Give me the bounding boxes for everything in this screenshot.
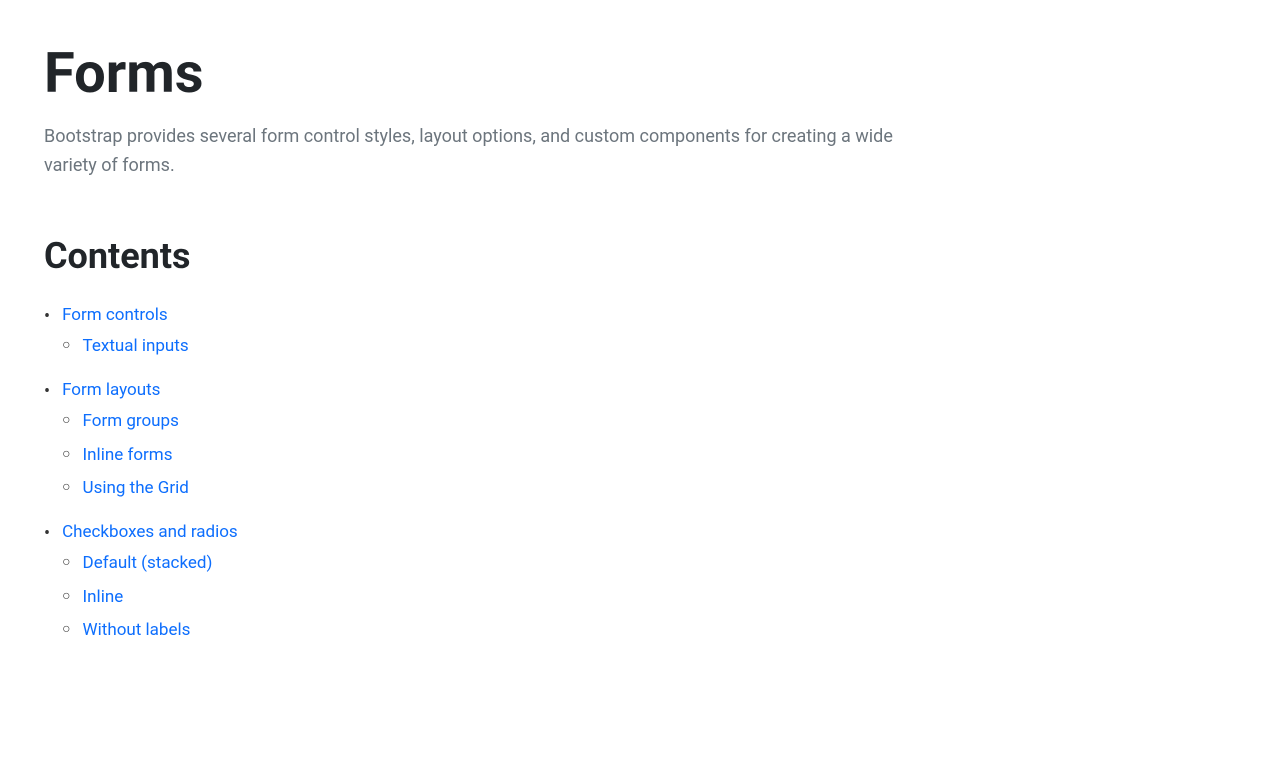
link-inline-forms[interactable]: Inline forms xyxy=(83,443,173,469)
list-item-form-layouts: • Form layouts ○ Form groups ○ Inline fo… xyxy=(44,378,1220,510)
bullet-icon: • xyxy=(44,520,50,547)
link-using-the-grid[interactable]: Using the Grid xyxy=(83,476,189,502)
link-form-groups[interactable]: Form groups xyxy=(83,409,179,435)
open-bullet-icon: ○ xyxy=(62,618,70,642)
bullet-icon: • xyxy=(44,378,50,405)
contents-heading: Contents xyxy=(44,229,1220,283)
open-bullet-icon: ○ xyxy=(62,334,70,358)
bullet-icon: • xyxy=(44,303,50,330)
list-item-form-groups: ○ Form groups xyxy=(62,409,189,435)
open-bullet-icon: ○ xyxy=(62,585,70,609)
list-item-default-stacked: ○ Default (stacked) xyxy=(62,551,238,577)
link-without-labels[interactable]: Without labels xyxy=(83,618,191,644)
open-bullet-icon: ○ xyxy=(62,409,70,433)
list-item-inline: ○ Inline xyxy=(62,585,238,611)
list-item-inline-forms: ○ Inline forms xyxy=(62,443,189,469)
open-bullet-icon: ○ xyxy=(62,551,70,575)
link-default-stacked[interactable]: Default (stacked) xyxy=(83,551,213,577)
link-textual-inputs[interactable]: Textual inputs xyxy=(83,334,189,360)
sub-list-form-controls: ○ Textual inputs xyxy=(62,334,189,360)
page-title: Forms xyxy=(44,40,1220,107)
link-form-layouts[interactable]: Form layouts xyxy=(62,380,160,400)
list-item-without-labels: ○ Without labels xyxy=(62,618,238,644)
list-item-using-the-grid: ○ Using the Grid xyxy=(62,476,189,502)
link-inline[interactable]: Inline xyxy=(83,585,124,611)
sub-list-checkboxes-and-radios: ○ Default (stacked) ○ Inline ○ Without l… xyxy=(62,551,238,644)
list-item-checkboxes-and-radios: • Checkboxes and radios ○ Default (stack… xyxy=(44,520,1220,652)
list-item-textual-inputs: ○ Textual inputs xyxy=(62,334,189,360)
sub-list-form-layouts: ○ Form groups ○ Inline forms ○ Using the… xyxy=(62,409,189,502)
link-form-controls[interactable]: Form controls xyxy=(62,305,168,325)
page-description: Bootstrap provides several form control … xyxy=(44,123,944,181)
open-bullet-icon: ○ xyxy=(62,443,70,467)
contents-list: • Form controls ○ Textual inputs • Form … xyxy=(44,303,1220,652)
open-bullet-icon: ○ xyxy=(62,476,70,500)
link-checkboxes-and-radios[interactable]: Checkboxes and radios xyxy=(62,522,238,542)
list-item-form-controls: • Form controls ○ Textual inputs xyxy=(44,303,1220,368)
